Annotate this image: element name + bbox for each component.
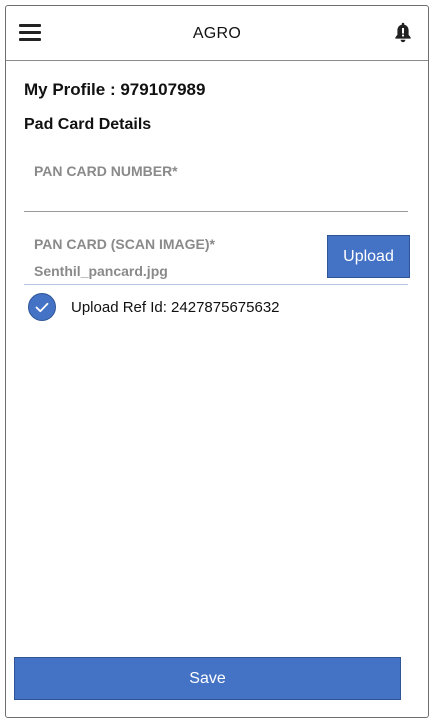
section-title: Pad Card Details	[24, 116, 152, 133]
scan-field-divider	[24, 284, 408, 285]
pan-number-label: PAN CARD NUMBER*	[34, 163, 178, 179]
save-button[interactable]: Save	[14, 657, 401, 700]
upload-ref-id: Upload Ref Id: 2427875675632	[71, 299, 280, 316]
bell-icon[interactable]	[393, 22, 413, 44]
uploaded-file-name: Senthil_pancard.jpg	[34, 263, 168, 279]
app-frame: AGRO My Profile : 979107989 Pad Card Det…	[5, 5, 429, 718]
check-circle-icon	[28, 293, 56, 321]
profile-title: My Profile : 979107989	[24, 80, 206, 99]
upload-button[interactable]: Upload	[327, 235, 410, 278]
app-bar: AGRO	[6, 6, 428, 61]
app-title: AGRO	[192, 25, 242, 42]
pan-scan-label: PAN CARD (SCAN IMAGE)*	[34, 236, 215, 252]
pan-number-input[interactable]	[24, 188, 408, 212]
